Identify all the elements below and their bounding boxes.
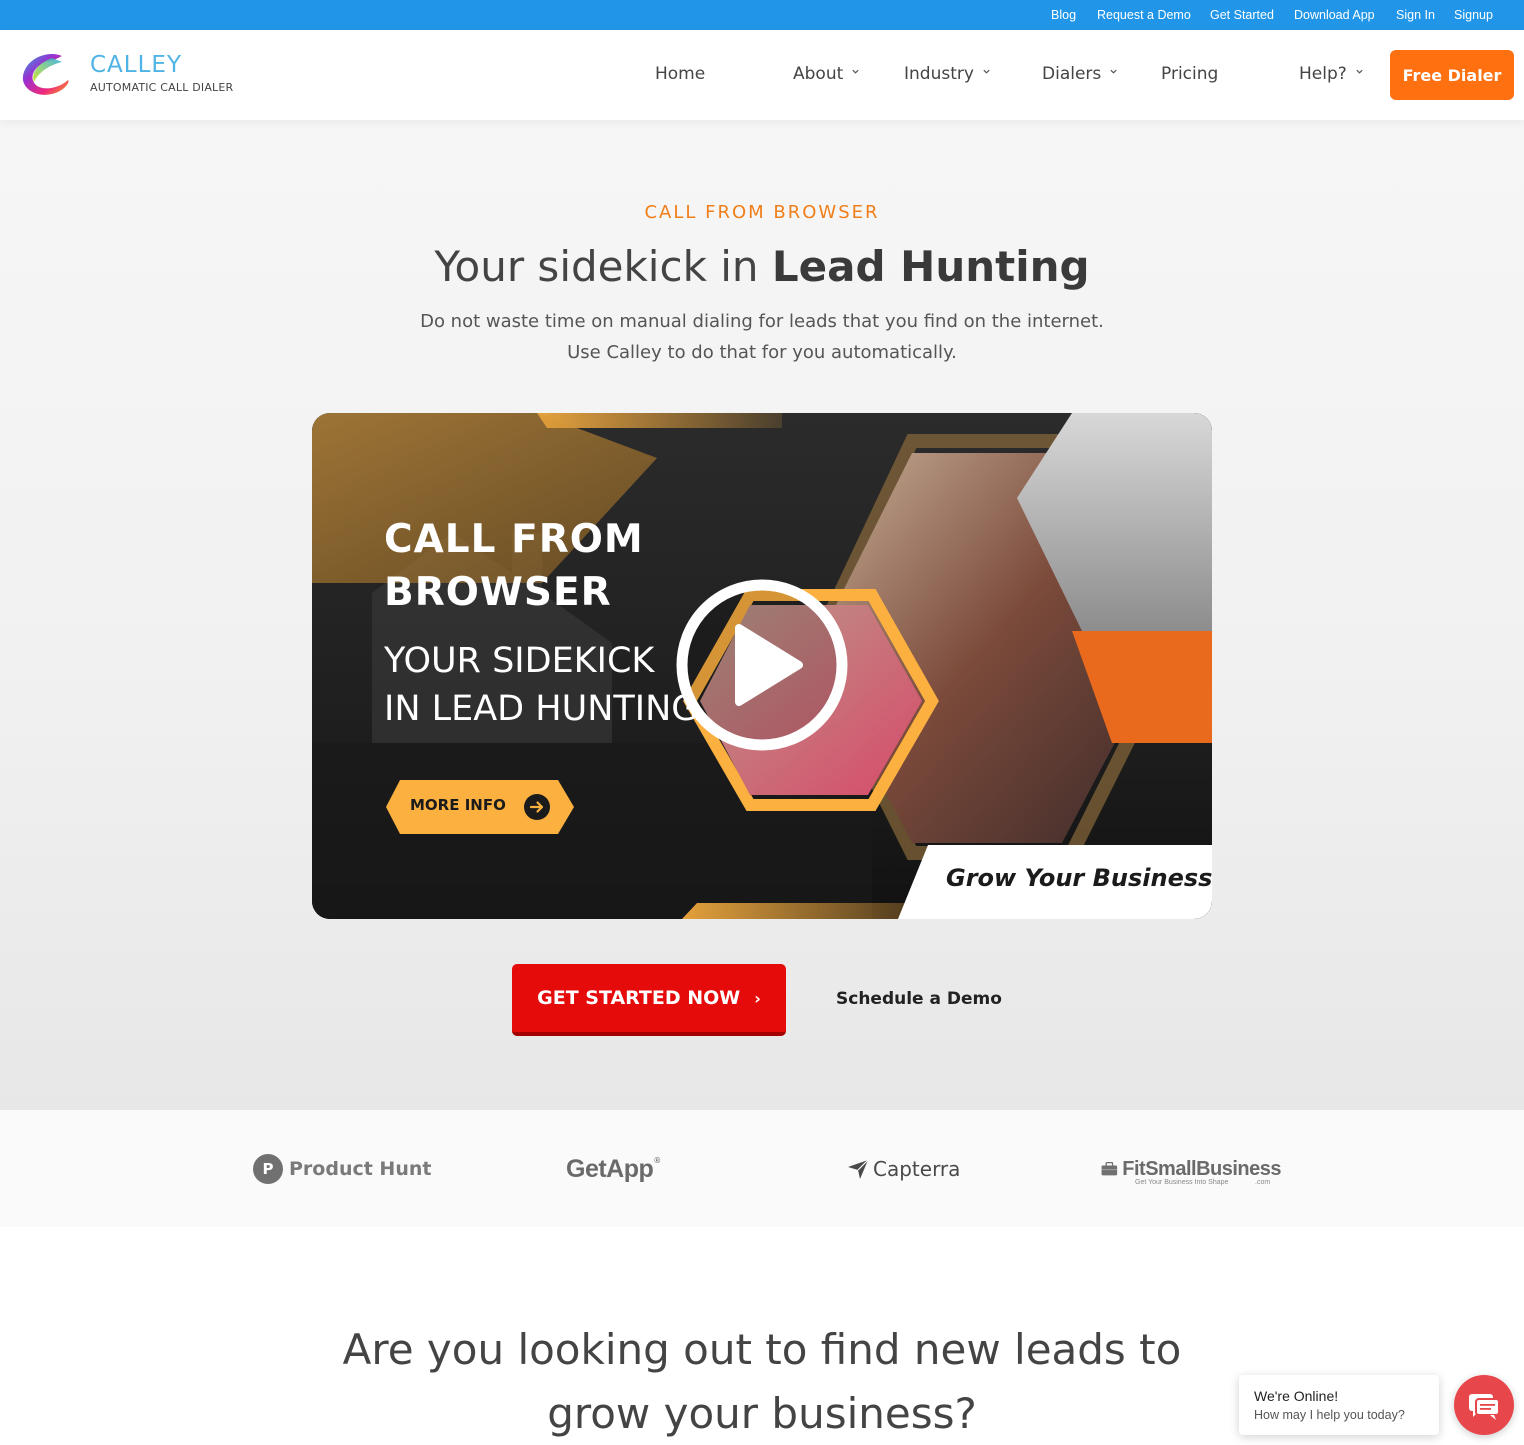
nav-label: Help? xyxy=(1299,64,1347,84)
arrow-right-circle-icon xyxy=(524,794,550,820)
nav-label: About xyxy=(793,64,844,84)
hero-subtitle-line: Do not waste time on manual dialing for … xyxy=(420,311,1104,332)
section-heading-line: Are you looking out to find new leads to xyxy=(342,1325,1182,1374)
chat-subtitle: How may I help you today? xyxy=(1254,1408,1405,1422)
get-started-now-button[interactable]: GET STARTED NOW › xyxy=(512,964,786,1036)
nav-label: Industry xyxy=(904,64,974,84)
video-title: CALL FROM BROWSER xyxy=(384,513,644,619)
video-title-line: CALL FROM xyxy=(384,517,644,562)
chevron-down-icon xyxy=(1356,69,1363,74)
video-tagline: Grow Your Business? xyxy=(946,864,1212,892)
top-utility-bar: Blog Request a Demo Get Started Download… xyxy=(0,0,1524,30)
nav-item-about[interactable]: About xyxy=(793,64,860,84)
fitsmallbusiness-suffix: .com xyxy=(1255,1179,1271,1186)
chevron-right-icon: › xyxy=(754,988,761,1008)
video-thumbnail[interactable]: CALL FROM BROWSER YOUR SIDEKICK IN LEAD … xyxy=(312,413,1212,919)
get-started-label: GET STARTED NOW xyxy=(537,987,741,1009)
chat-launcher-button[interactable] xyxy=(1454,1375,1514,1435)
more-info-label: MORE INFO xyxy=(410,796,506,814)
free-dialer-button[interactable]: Free Dialer xyxy=(1390,50,1514,100)
nav-label: Home xyxy=(655,64,706,84)
getapp-text: GetApp xyxy=(566,1154,654,1183)
nav-label: Pricing xyxy=(1161,64,1219,84)
product-hunt-icon: P xyxy=(253,1154,283,1184)
nav-item-home[interactable]: Home xyxy=(655,64,705,84)
nav-item-help[interactable]: Help? xyxy=(1299,64,1364,84)
calley-logo-icon[interactable] xyxy=(18,48,72,102)
more-info-button[interactable]: MORE INFO xyxy=(386,780,574,834)
topbar-link-sign-in[interactable]: Sign In xyxy=(1396,8,1435,22)
schedule-demo-link[interactable]: Schedule a Demo xyxy=(836,989,1002,1009)
press-logos-strip: P Product Hunt GetApp ® Capterra FitSmal… xyxy=(0,1110,1524,1227)
hero-subtitle: Do not waste time on manual dialing for … xyxy=(0,306,1524,368)
topbar-link-download-app[interactable]: Download App xyxy=(1294,8,1375,22)
nav-item-industry[interactable]: Industry xyxy=(904,64,991,84)
fitsmallbusiness-text: FitSmallBusiness xyxy=(1122,1158,1281,1180)
fitsmallbusiness-logo[interactable]: FitSmallBusiness Get Your Business Into … xyxy=(1101,1153,1281,1186)
topbar-link-signup[interactable]: Signup xyxy=(1454,8,1493,22)
logo-subtitle: AUTOMATIC CALL DIALER xyxy=(90,81,234,94)
video-title-line: BROWSER xyxy=(384,570,612,615)
chat-icon xyxy=(1469,1394,1500,1420)
video-subtitle-line: IN LEAD HUNTING xyxy=(384,689,699,729)
hero-eyebrow: CALL FROM BROWSER xyxy=(644,202,880,223)
video-subtitle-line: YOUR SIDEKICK xyxy=(384,641,655,681)
product-hunt-text: Product Hunt xyxy=(289,1158,432,1180)
nav-item-dialers[interactable]: Dialers xyxy=(1042,64,1118,84)
hero-title: Your sidekick in Lead Hunting xyxy=(0,242,1524,291)
topbar-link-get-started[interactable]: Get Started xyxy=(1210,8,1274,22)
product-hunt-logo[interactable]: P Product Hunt xyxy=(253,1153,431,1185)
play-icon[interactable] xyxy=(673,576,851,754)
getapp-logo[interactable]: GetApp ® xyxy=(566,1153,661,1185)
nav-label: Dialers xyxy=(1042,64,1102,84)
chevron-down-icon xyxy=(852,69,859,74)
hero-subtitle-line: Use Calley to do that for you automatica… xyxy=(567,342,957,363)
capterra-text: Capterra xyxy=(873,1157,961,1181)
hero-title-bold: Lead Hunting xyxy=(771,242,1090,291)
video-subtitle: YOUR SIDEKICK IN LEAD HUNTING xyxy=(384,637,698,733)
logo-title[interactable]: CALLEY xyxy=(90,52,182,78)
chevron-down-icon xyxy=(983,69,990,74)
fitsmallbusiness-tagline: Get Your Business Into Shape xyxy=(1135,1179,1229,1186)
capterra-logo[interactable]: Capterra xyxy=(847,1153,960,1185)
hero-section: CALL FROM BROWSER Your sidekick in Lead … xyxy=(0,120,1524,1110)
capterra-arrow-icon xyxy=(848,1159,869,1179)
topbar-link-request-demo[interactable]: Request a Demo xyxy=(1097,8,1191,22)
briefcase-icon xyxy=(1101,1162,1118,1176)
chat-title: We're Online! xyxy=(1254,1388,1339,1404)
registered-mark: ® xyxy=(653,1155,662,1165)
chat-greeting-bubble[interactable]: We're Online! How may I help you today? xyxy=(1239,1375,1439,1435)
main-header: CALLEY AUTOMATIC CALL DIALER Home About … xyxy=(0,30,1524,120)
topbar-link-blog[interactable]: Blog xyxy=(1051,8,1076,22)
hero-title-regular: Your sidekick in xyxy=(434,242,772,291)
chevron-down-icon xyxy=(1110,69,1117,74)
nav-item-pricing[interactable]: Pricing xyxy=(1161,64,1218,84)
